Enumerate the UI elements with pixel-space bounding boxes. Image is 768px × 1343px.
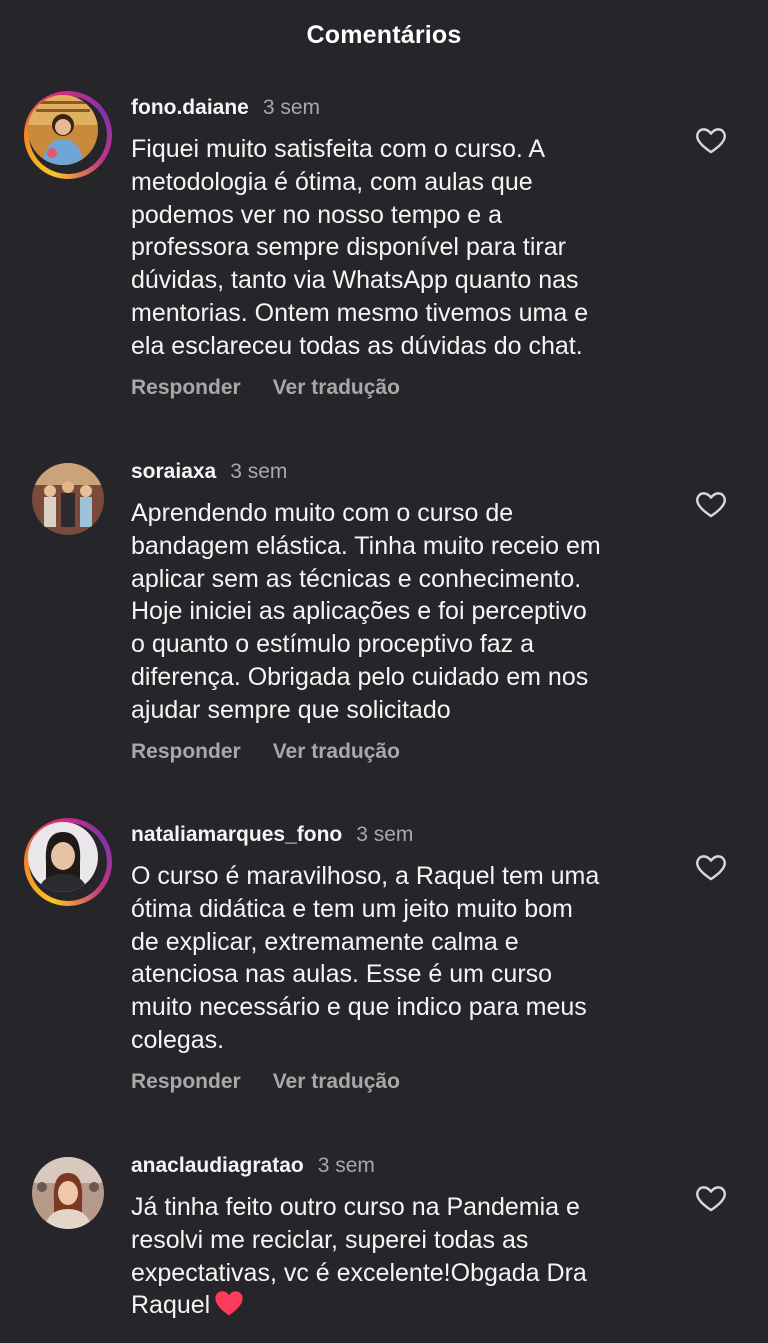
- comment-time: 3 sem: [356, 823, 414, 846]
- reply-button[interactable]: Responder: [131, 1070, 241, 1094]
- page-title: Comentários: [306, 20, 462, 49]
- comment-text-content: Já tinha feito outro curso na Pandemia e…: [131, 1193, 587, 1320]
- comment-time: 3 sem: [317, 1154, 375, 1177]
- avatar-photo: [32, 463, 104, 535]
- comment-meta: fono.daiane 3 sem: [131, 91, 320, 125]
- comment-text: Fiquei muito satisfeita com o curso. A m…: [131, 135, 589, 360]
- see-translation-button[interactable]: Ver tradução: [273, 740, 400, 764]
- username[interactable]: soraiaxa: [131, 460, 216, 484]
- comment-text: O curso é maravilhoso, a Raquel tem uma …: [131, 862, 600, 1054]
- username[interactable]: anaclaudiagratao: [131, 1154, 304, 1178]
- avatar-photo: [28, 822, 98, 892]
- comment-actions: Responder Ver tradução: [131, 376, 400, 400]
- avatar[interactable]: [24, 1149, 112, 1237]
- avatar-photo: [32, 1157, 104, 1229]
- comments-header: Comentários: [0, 0, 768, 70]
- comment-meta: soraiaxa 3 sem: [131, 455, 287, 489]
- avatar-photo: [28, 95, 98, 165]
- comment-time: 3 sem: [230, 460, 288, 483]
- comment-meta: nataliamarques_fono 3 sem: [131, 818, 413, 852]
- heart-icon[interactable]: [694, 1181, 728, 1215]
- red-heart-emoji: [214, 1290, 244, 1316]
- avatar[interactable]: [24, 91, 112, 179]
- comment-text: Já tinha feito outro curso na Pandemia e…: [131, 1191, 691, 1322]
- username[interactable]: fono.daiane: [131, 96, 249, 120]
- reply-button[interactable]: Responder: [131, 376, 241, 400]
- heart-icon[interactable]: [694, 123, 728, 157]
- heart-icon[interactable]: [694, 487, 728, 521]
- username[interactable]: nataliamarques_fono: [131, 823, 342, 847]
- comments-screen: Comentários fono.daiane 3 sem Fiquei mui…: [0, 0, 768, 1343]
- comment-meta: anaclaudiagratao 3 sem: [131, 1149, 375, 1183]
- avatar[interactable]: [24, 455, 112, 543]
- comment-text: Aprendendo muito com o curso de bandagem…: [131, 499, 601, 724]
- comment-actions: Responder Ver tradução: [131, 1070, 400, 1094]
- see-translation-button[interactable]: Ver tradução: [273, 376, 400, 400]
- heart-icon[interactable]: [694, 850, 728, 884]
- see-translation-button[interactable]: Ver tradução: [273, 1070, 400, 1094]
- comment-actions: Responder Ver tradução: [131, 740, 400, 764]
- reply-button[interactable]: Responder: [131, 740, 241, 764]
- avatar[interactable]: [24, 818, 112, 906]
- comment-time: 3 sem: [262, 96, 321, 119]
